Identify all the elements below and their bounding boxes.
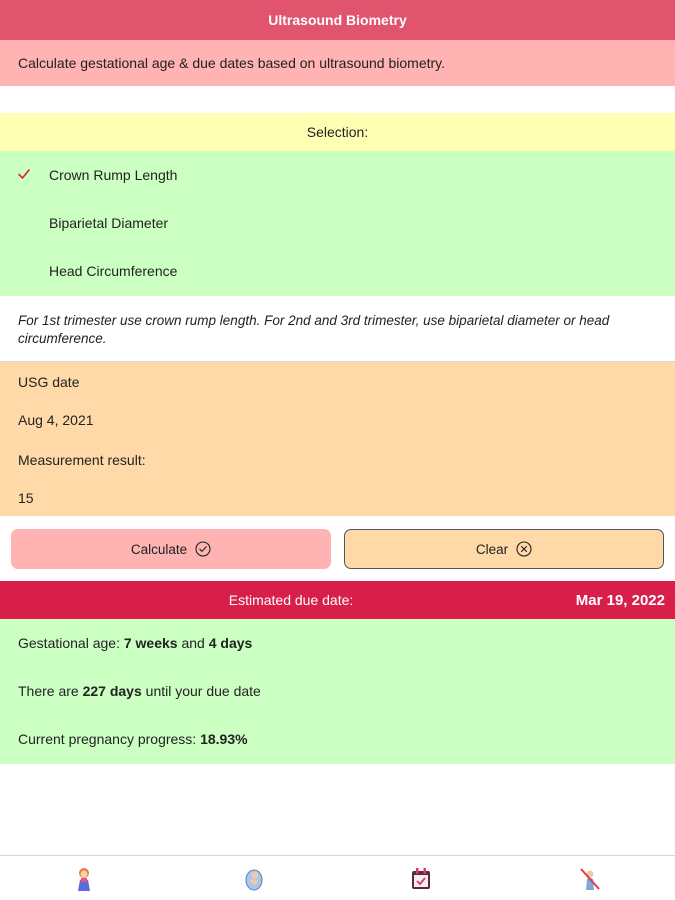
days-until-prefix: There are xyxy=(18,683,83,699)
page-subtitle: Calculate gestational age & due dates ba… xyxy=(0,40,675,86)
calculate-button[interactable]: Calculate xyxy=(11,529,331,569)
gestational-age-prefix: Gestational age: xyxy=(18,635,124,651)
selection-header: Selection: xyxy=(0,113,675,151)
progress-prefix: Current pregnancy progress: xyxy=(18,731,201,747)
pregnancy-progress-result: Current pregnancy progress: 18.93% xyxy=(18,731,248,747)
gestational-age-and: and xyxy=(177,635,209,651)
woman-icon[interactable] xyxy=(72,866,96,892)
results-section: Gestational age: 7 weeks and 4 days Ther… xyxy=(0,619,675,764)
selection-item-head-circumference[interactable]: Head Circumference xyxy=(0,247,675,295)
due-date-label: Estimated due date: xyxy=(228,592,354,608)
progress-value: 18.93% xyxy=(200,731,248,747)
measurement-field[interactable]: 15 xyxy=(18,490,34,506)
due-date-value: Mar 19, 2022 xyxy=(575,591,665,609)
clear-button[interactable]: Clear xyxy=(344,529,664,569)
gestational-age-result: Gestational age: 7 weeks and 4 days xyxy=(18,635,252,651)
no-pregnancy-icon[interactable] xyxy=(578,866,602,892)
days-until-due-result: There are 227 days until your due date xyxy=(18,683,261,699)
calculate-button-label: Calculate xyxy=(130,541,188,557)
gestational-age-days: 4 days xyxy=(208,635,253,651)
fetus-icon[interactable] xyxy=(242,866,266,892)
clear-button-label: Clear xyxy=(475,541,509,557)
input-section: USG date Aug 4, 2021 Measurement result:… xyxy=(0,362,675,516)
due-date-bar: Estimated due date: Mar 19, 2022 xyxy=(0,581,675,619)
usg-date-field[interactable]: Aug 4, 2021 xyxy=(18,412,94,428)
checkmark-icon xyxy=(18,169,30,179)
gestational-age-weeks: 7 weeks xyxy=(123,635,178,651)
check-circle-icon xyxy=(195,541,211,557)
days-until-suffix: until your due date xyxy=(141,683,261,699)
bottom-tab-bar xyxy=(0,855,675,900)
selection-item-crown-rump-length[interactable]: Crown Rump Length xyxy=(0,151,675,199)
selection-item-label: Crown Rump Length xyxy=(49,167,178,183)
measurement-label: Measurement result: xyxy=(18,452,146,468)
x-circle-icon xyxy=(516,541,532,557)
selection-item-label: Biparietal Diameter xyxy=(49,215,169,231)
page-title: Ultrasound Biometry xyxy=(0,0,675,40)
selection-item-label: Head Circumference xyxy=(49,263,178,279)
selection-item-biparietal-diameter[interactable]: Biparietal Diameter xyxy=(0,199,675,247)
selection-list: Crown Rump Length Biparietal Diameter He… xyxy=(0,151,675,296)
days-until-value: 227 days xyxy=(82,683,142,699)
usg-date-label: USG date xyxy=(18,374,80,390)
trimester-note: For 1st trimester use crown rump length.… xyxy=(0,296,675,362)
calendar-icon[interactable] xyxy=(409,866,433,892)
